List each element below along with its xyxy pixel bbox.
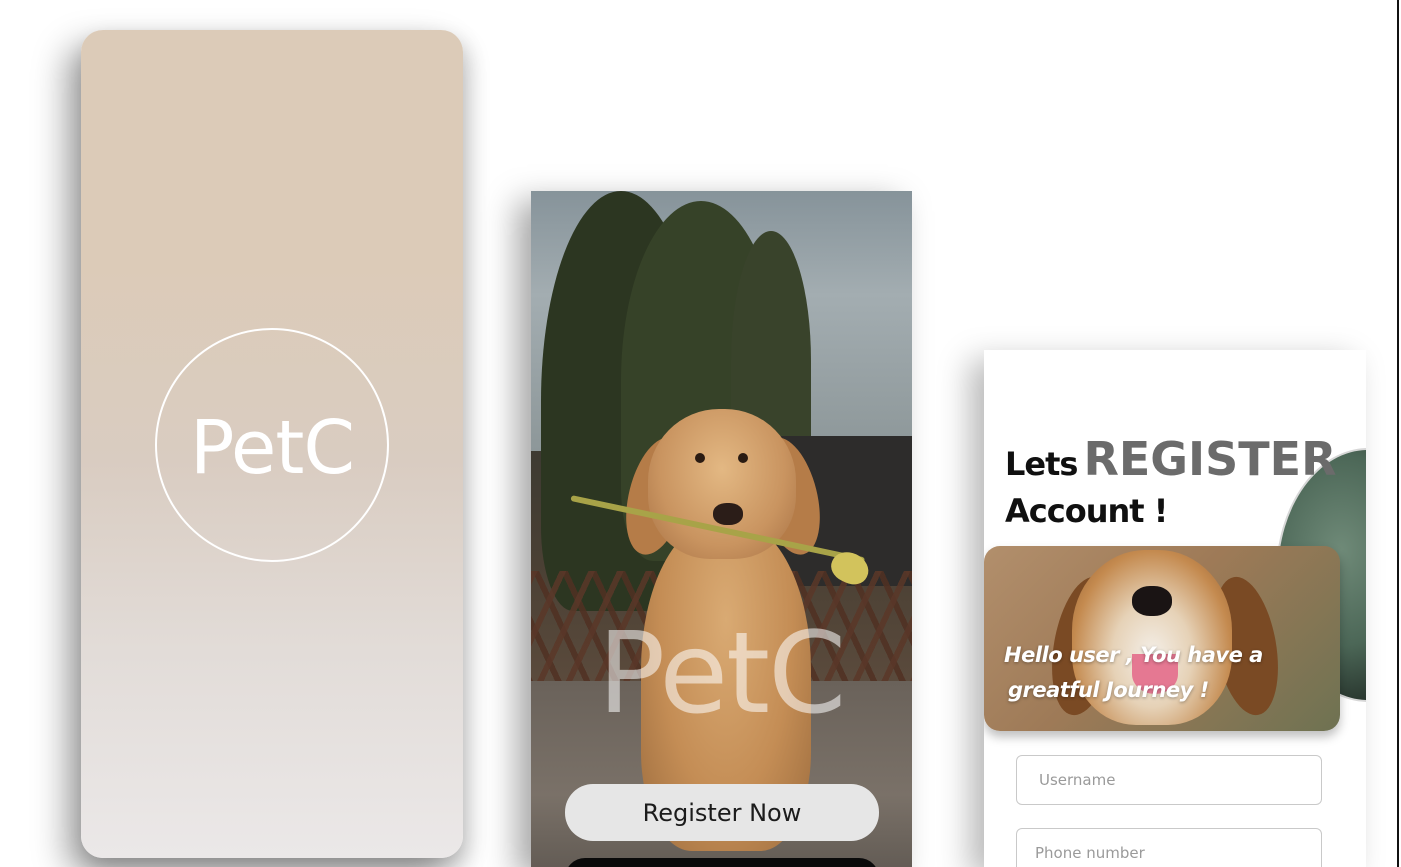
splash-logo: PetC bbox=[189, 405, 355, 491]
welcome-screen: PetC Register Now bbox=[531, 191, 912, 867]
dog-head bbox=[648, 409, 796, 559]
welcome-logo: PetC bbox=[597, 609, 847, 739]
dog-eye bbox=[695, 453, 705, 463]
greeting-card: Hello user , You have a greatful Journey… bbox=[984, 546, 1340, 731]
greeting-text: Hello user , You have a greatful Journey… bbox=[1004, 638, 1304, 708]
right-edge-line bbox=[1397, 0, 1399, 867]
register-now-button[interactable]: Register Now bbox=[565, 784, 879, 841]
register-screen: Lets REGISTER Account ! Hello user , You … bbox=[984, 350, 1366, 867]
greeting-line-1: Hello user , You have a bbox=[1004, 643, 1263, 667]
title-register: REGISTER bbox=[1083, 432, 1337, 486]
splash-screen: PetC bbox=[81, 30, 463, 858]
register-title: Lets REGISTER bbox=[1005, 432, 1337, 486]
beagle-nose bbox=[1132, 586, 1172, 616]
greeting-line-2: greatful Journey ! bbox=[1008, 678, 1209, 702]
title-account: Account ! bbox=[1005, 492, 1168, 530]
username-input[interactable] bbox=[1016, 755, 1322, 805]
dog-eye bbox=[738, 453, 748, 463]
phone-number-input[interactable] bbox=[1016, 828, 1322, 867]
title-lets: Lets bbox=[1005, 445, 1078, 483]
dog-nose bbox=[713, 503, 743, 525]
secondary-button[interactable] bbox=[565, 858, 879, 867]
logo-ring: PetC bbox=[155, 328, 389, 562]
